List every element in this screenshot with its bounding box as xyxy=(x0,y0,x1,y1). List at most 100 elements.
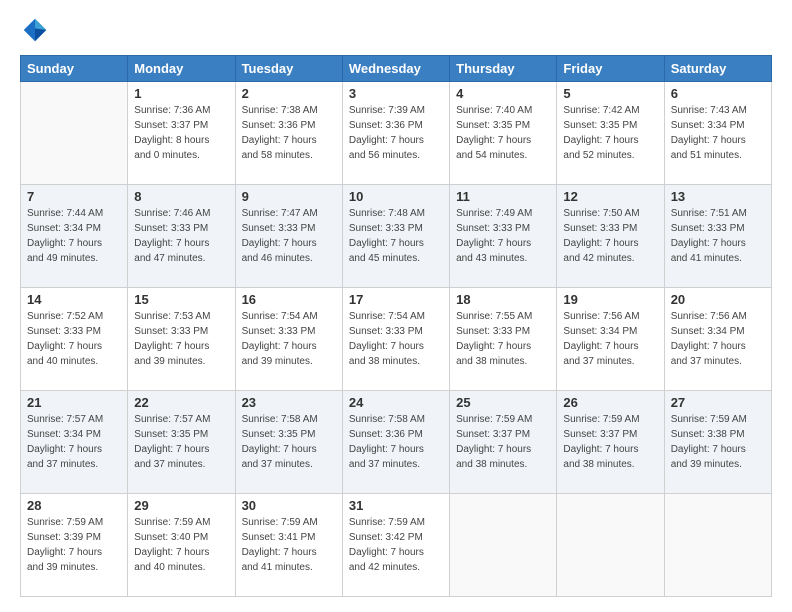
weekday-header-monday: Monday xyxy=(128,56,235,82)
page: SundayMondayTuesdayWednesdayThursdayFrid… xyxy=(0,0,792,612)
day-number: 9 xyxy=(242,189,336,204)
calendar-cell xyxy=(664,494,771,597)
calendar-cell: 17 Sunrise: 7:54 AM Sunset: 3:33 PM Dayli… xyxy=(342,288,449,391)
day-info: Sunrise: 7:47 AM Sunset: 3:33 PM Dayligh… xyxy=(242,206,336,266)
day-number: 7 xyxy=(27,189,121,204)
calendar-cell: 25 Sunrise: 7:59 AM Sunset: 3:37 PM Dayli… xyxy=(450,391,557,494)
day-number: 14 xyxy=(27,292,121,307)
calendar-week-row: 7 Sunrise: 7:44 AM Sunset: 3:34 PM Daylig… xyxy=(21,185,772,288)
calendar-cell: 3Sunrise: 7:39 AM Sunset: 3:36 PM Daylig… xyxy=(342,82,449,185)
day-number: 2 xyxy=(242,86,336,101)
day-info: Sunrise: 7:56 AM Sunset: 3:34 PM Dayligh… xyxy=(671,309,765,369)
day-number: 29 xyxy=(134,498,228,513)
day-info: Sunrise: 7:52 AM Sunset: 3:33 PM Dayligh… xyxy=(27,309,121,369)
day-info: Sunrise: 7:39 AM Sunset: 3:36 PM Dayligh… xyxy=(349,103,443,163)
day-info: Sunrise: 7:44 AM Sunset: 3:34 PM Dayligh… xyxy=(27,206,121,266)
day-number: 24 xyxy=(349,395,443,410)
calendar-cell: 23 Sunrise: 7:58 AM Sunset: 3:35 PM Dayli… xyxy=(235,391,342,494)
day-info: Sunrise: 7:54 AM Sunset: 3:33 PM Dayligh… xyxy=(242,309,336,369)
calendar-week-row: 28 Sunrise: 7:59 AM Sunset: 3:39 PM Dayli… xyxy=(21,494,772,597)
day-info: Sunrise: 7:59 AM Sunset: 3:39 PM Dayligh… xyxy=(27,515,121,575)
day-number: 27 xyxy=(671,395,765,410)
calendar-cell: 8Sunrise: 7:46 AM Sunset: 3:33 PM Daylig… xyxy=(128,185,235,288)
calendar-cell: 12Sunrise: 7:50 AM Sunset: 3:33 PM Dayli… xyxy=(557,185,664,288)
calendar-cell: 4 Sunrise: 7:40 AM Sunset: 3:35 PM Daylig… xyxy=(450,82,557,185)
day-number: 21 xyxy=(27,395,121,410)
calendar-cell: 15 Sunrise: 7:53 AM Sunset: 3:33 PM Dayli… xyxy=(128,288,235,391)
calendar-cell: 1Sunrise: 7:36 AM Sunset: 3:37 PM Daylig… xyxy=(128,82,235,185)
weekday-header-tuesday: Tuesday xyxy=(235,56,342,82)
calendar-cell: 2 Sunrise: 7:38 AM Sunset: 3:36 PM Daylig… xyxy=(235,82,342,185)
calendar-cell: 16Sunrise: 7:54 AM Sunset: 3:33 PM Dayli… xyxy=(235,288,342,391)
day-info: Sunrise: 7:57 AM Sunset: 3:34 PM Dayligh… xyxy=(27,412,121,472)
day-number: 28 xyxy=(27,498,121,513)
day-number: 15 xyxy=(134,292,228,307)
calendar-cell: 21 Sunrise: 7:57 AM Sunset: 3:34 PM Dayli… xyxy=(21,391,128,494)
calendar-cell: 20 Sunrise: 7:56 AM Sunset: 3:34 PM Dayli… xyxy=(664,288,771,391)
day-info: Sunrise: 7:58 AM Sunset: 3:36 PM Dayligh… xyxy=(349,412,443,472)
day-number: 19 xyxy=(563,292,657,307)
day-number: 13 xyxy=(671,189,765,204)
header xyxy=(20,15,772,45)
day-info: Sunrise: 7:48 AM Sunset: 3:33 PM Dayligh… xyxy=(349,206,443,266)
calendar-cell: 24 Sunrise: 7:58 AM Sunset: 3:36 PM Dayli… xyxy=(342,391,449,494)
day-info: Sunrise: 7:59 AM Sunset: 3:37 PM Dayligh… xyxy=(563,412,657,472)
logo-icon xyxy=(20,15,50,45)
calendar-week-row: 21 Sunrise: 7:57 AM Sunset: 3:34 PM Dayli… xyxy=(21,391,772,494)
calendar-cell xyxy=(21,82,128,185)
day-info: Sunrise: 7:51 AM Sunset: 3:33 PM Dayligh… xyxy=(671,206,765,266)
calendar-week-row: 1Sunrise: 7:36 AM Sunset: 3:37 PM Daylig… xyxy=(21,82,772,185)
calendar-cell: 7 Sunrise: 7:44 AM Sunset: 3:34 PM Daylig… xyxy=(21,185,128,288)
day-info: Sunrise: 7:59 AM Sunset: 3:42 PM Dayligh… xyxy=(349,515,443,575)
calendar-cell xyxy=(557,494,664,597)
day-info: Sunrise: 7:58 AM Sunset: 3:35 PM Dayligh… xyxy=(242,412,336,472)
calendar-cell: 14 Sunrise: 7:52 AM Sunset: 3:33 PM Dayli… xyxy=(21,288,128,391)
day-number: 23 xyxy=(242,395,336,410)
day-number: 31 xyxy=(349,498,443,513)
day-info: Sunrise: 7:40 AM Sunset: 3:35 PM Dayligh… xyxy=(456,103,550,163)
day-info: Sunrise: 7:38 AM Sunset: 3:36 PM Dayligh… xyxy=(242,103,336,163)
calendar-cell: 13 Sunrise: 7:51 AM Sunset: 3:33 PM Dayli… xyxy=(664,185,771,288)
weekday-header-thursday: Thursday xyxy=(450,56,557,82)
day-number: 20 xyxy=(671,292,765,307)
calendar-cell: 11Sunrise: 7:49 AM Sunset: 3:33 PM Dayli… xyxy=(450,185,557,288)
weekday-header-saturday: Saturday xyxy=(664,56,771,82)
weekday-header-friday: Friday xyxy=(557,56,664,82)
calendar-cell: 31 Sunrise: 7:59 AM Sunset: 3:42 PM Dayli… xyxy=(342,494,449,597)
calendar-cell: 5 Sunrise: 7:42 AM Sunset: 3:35 PM Daylig… xyxy=(557,82,664,185)
calendar-cell: 9 Sunrise: 7:47 AM Sunset: 3:33 PM Daylig… xyxy=(235,185,342,288)
weekday-header-row: SundayMondayTuesdayWednesdayThursdayFrid… xyxy=(21,56,772,82)
calendar-week-row: 14 Sunrise: 7:52 AM Sunset: 3:33 PM Dayli… xyxy=(21,288,772,391)
day-info: Sunrise: 7:54 AM Sunset: 3:33 PM Dayligh… xyxy=(349,309,443,369)
calendar-cell: 27Sunrise: 7:59 AM Sunset: 3:38 PM Dayli… xyxy=(664,391,771,494)
day-info: Sunrise: 7:56 AM Sunset: 3:34 PM Dayligh… xyxy=(563,309,657,369)
day-info: Sunrise: 7:59 AM Sunset: 3:41 PM Dayligh… xyxy=(242,515,336,575)
day-number: 1 xyxy=(134,86,228,101)
day-info: Sunrise: 7:49 AM Sunset: 3:33 PM Dayligh… xyxy=(456,206,550,266)
day-info: Sunrise: 7:43 AM Sunset: 3:34 PM Dayligh… xyxy=(671,103,765,163)
weekday-header-sunday: Sunday xyxy=(21,56,128,82)
day-info: Sunrise: 7:59 AM Sunset: 3:40 PM Dayligh… xyxy=(134,515,228,575)
day-number: 4 xyxy=(456,86,550,101)
day-number: 17 xyxy=(349,292,443,307)
calendar-cell: 6 Sunrise: 7:43 AM Sunset: 3:34 PM Daylig… xyxy=(664,82,771,185)
calendar-cell: 18Sunrise: 7:55 AM Sunset: 3:33 PM Dayli… xyxy=(450,288,557,391)
day-info: Sunrise: 7:55 AM Sunset: 3:33 PM Dayligh… xyxy=(456,309,550,369)
logo xyxy=(20,15,54,45)
day-number: 30 xyxy=(242,498,336,513)
calendar-cell: 26 Sunrise: 7:59 AM Sunset: 3:37 PM Dayli… xyxy=(557,391,664,494)
day-number: 26 xyxy=(563,395,657,410)
day-info: Sunrise: 7:59 AM Sunset: 3:37 PM Dayligh… xyxy=(456,412,550,472)
calendar-cell: 22Sunrise: 7:57 AM Sunset: 3:35 PM Dayli… xyxy=(128,391,235,494)
day-number: 22 xyxy=(134,395,228,410)
day-number: 12 xyxy=(563,189,657,204)
day-number: 25 xyxy=(456,395,550,410)
day-number: 5 xyxy=(563,86,657,101)
day-info: Sunrise: 7:46 AM Sunset: 3:33 PM Dayligh… xyxy=(134,206,228,266)
calendar-cell: 10Sunrise: 7:48 AM Sunset: 3:33 PM Dayli… xyxy=(342,185,449,288)
day-info: Sunrise: 7:53 AM Sunset: 3:33 PM Dayligh… xyxy=(134,309,228,369)
calendar-table: SundayMondayTuesdayWednesdayThursdayFrid… xyxy=(20,55,772,597)
day-number: 6 xyxy=(671,86,765,101)
day-info: Sunrise: 7:42 AM Sunset: 3:35 PM Dayligh… xyxy=(563,103,657,163)
weekday-header-wednesday: Wednesday xyxy=(342,56,449,82)
